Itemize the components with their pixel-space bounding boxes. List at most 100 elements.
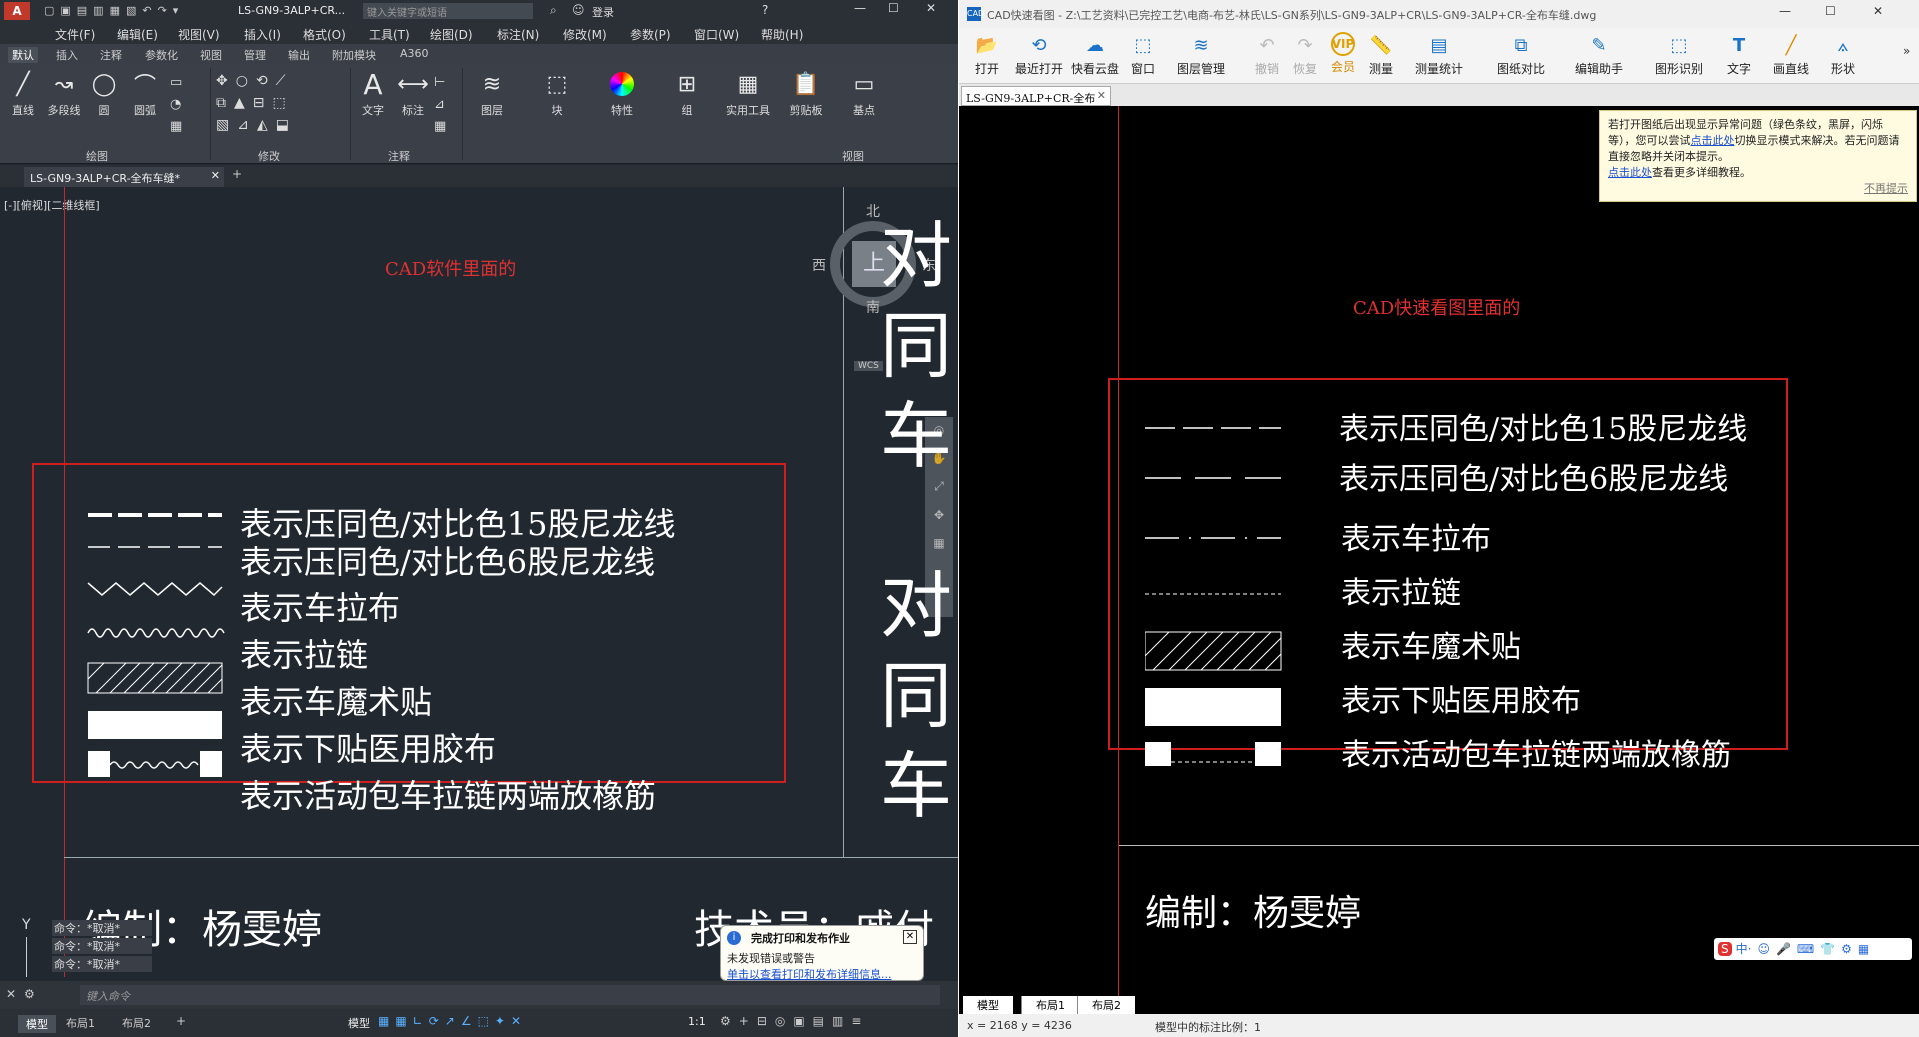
tab-insert[interactable]: 插入 bbox=[56, 47, 78, 63]
help-icon[interactable]: ? bbox=[762, 3, 768, 17]
viewer-close-icon[interactable]: ✕ bbox=[1873, 4, 1883, 18]
window-button[interactable]: ⬚ 窗口 bbox=[1115, 32, 1171, 77]
close-notification-icon[interactable]: ✕ bbox=[903, 930, 917, 944]
close-tab-icon[interactable]: ✕ bbox=[211, 169, 220, 182]
group-annotate-label[interactable]: 注释 bbox=[388, 148, 410, 164]
menu-edit[interactable]: 编辑(E) bbox=[117, 26, 158, 43]
annotation-scale[interactable]: 1:1 bbox=[688, 1015, 706, 1028]
menu-file[interactable]: 文件(F) bbox=[55, 26, 95, 43]
measure-button[interactable]: 📏 测量 bbox=[1353, 32, 1409, 77]
menu-params[interactable]: 参数(P) bbox=[630, 26, 671, 43]
group-view-label[interactable]: 视图 bbox=[842, 148, 864, 164]
layout-tab-2[interactable]: 布局2 bbox=[122, 1015, 151, 1031]
tab-default[interactable]: 默认 bbox=[8, 47, 38, 63]
draw-line-button[interactable]: ╱ 画直线 bbox=[1763, 32, 1819, 77]
open-button[interactable]: 📂 打开 bbox=[959, 32, 1015, 77]
user-icon[interactable]: ☺ bbox=[572, 3, 585, 17]
menu-view[interactable]: 视图(V) bbox=[178, 26, 220, 43]
document-tab[interactable]: LS-GN9-3ALP+CR-全布车缝* ✕ bbox=[24, 167, 224, 187]
clipboard-button[interactable]: 📋 剪贴板 bbox=[780, 70, 832, 118]
command-input[interactable]: 键入命令 bbox=[80, 985, 940, 1005]
viewer-document-tab[interactable]: LS-GN9-3ALP+CR-全布 ✕ bbox=[961, 86, 1111, 106]
close-cmd-icon[interactable]: ✕ bbox=[6, 987, 16, 1001]
autocad-logo-icon[interactable]: A bbox=[4, 2, 30, 20]
notification-link[interactable]: 单击以查看打印和发布详细信息... bbox=[727, 966, 917, 981]
draw-small-tools[interactable]: ▭ ◔ ▦ bbox=[170, 72, 200, 138]
orbit-icon[interactable]: ✥ bbox=[925, 508, 953, 522]
viewer-canvas[interactable]: 若打开图纸后出现显示异常问题（绿色条纹，黑屏，闪烁等），您可以尝试点击此处切换显… bbox=[959, 106, 1919, 996]
compass-north[interactable]: 北 bbox=[866, 201, 880, 221]
compare-button[interactable]: ⧉ 图纸对比 bbox=[1487, 32, 1555, 77]
properties-button[interactable]: 特性 bbox=[600, 70, 644, 118]
tab-view[interactable]: 视图 bbox=[200, 47, 222, 63]
layer-button[interactable]: ≋ 图层 bbox=[470, 70, 514, 118]
menu-window[interactable]: 窗口(W) bbox=[694, 26, 739, 43]
tab-parametric[interactable]: 参数化 bbox=[145, 47, 178, 63]
text-tool-button[interactable]: T 文字 bbox=[1711, 32, 1767, 77]
layer-manager-button[interactable]: ≋ 图层管理 bbox=[1167, 32, 1235, 77]
plot-notification[interactable]: i 完成打印和发布作业 未发现错误或警告 单击以查看打印和发布详细信息... ✕ bbox=[720, 925, 924, 981]
group-button[interactable]: ⊞ 组 bbox=[665, 70, 709, 118]
layout-tab-2[interactable]: 布局2 bbox=[1077, 996, 1135, 1014]
wrench-icon[interactable]: ⚙ bbox=[24, 987, 35, 1001]
tab-a360[interactable]: A360 bbox=[400, 47, 429, 60]
tab-addins[interactable]: 附加模块 bbox=[332, 47, 376, 63]
wcs-button[interactable]: WCS bbox=[854, 361, 883, 371]
ime-tool-icons[interactable]: ·☺🎤⌨👕⚙▦ bbox=[1748, 942, 1876, 956]
group-draw-label[interactable]: 绘图 bbox=[86, 148, 108, 164]
new-tab-icon[interactable]: + bbox=[232, 167, 242, 181]
layout-tab-model[interactable]: 模型 bbox=[963, 996, 1013, 1014]
modify-tools[interactable]: ✥○⟲⟋ ⧉▲⊟⬚ ▧⊿◭⬓ bbox=[216, 70, 346, 136]
close-tab-icon[interactable]: ✕ bbox=[1097, 89, 1106, 102]
edit-assistant-button[interactable]: ✎ 编辑助手 bbox=[1565, 32, 1633, 77]
status-right-icons[interactable]: ⚙+⊟◎▣▤▥≡ bbox=[720, 1014, 869, 1028]
basepoint-button[interactable]: ▭ 基点 bbox=[842, 70, 886, 118]
toolbar-more-icon[interactable]: » bbox=[1903, 44, 1910, 58]
viewport-controls[interactable]: [-][俯视][二维线框] bbox=[4, 197, 100, 213]
add-layout-icon[interactable]: + bbox=[176, 1014, 186, 1028]
search-input[interactable]: 键入关键字或短语 bbox=[363, 3, 533, 19]
menu-dimension[interactable]: 标注(N) bbox=[497, 26, 539, 43]
shape-recognition-button[interactable]: ⬚ 图形识别 bbox=[1645, 32, 1713, 77]
text-button[interactable]: A 文字 bbox=[354, 68, 392, 118]
layout-tab-1[interactable]: 布局1 bbox=[66, 1015, 95, 1031]
polyline-button[interactable]: ↝ 多段线 bbox=[42, 70, 86, 118]
ime-mode[interactable]: 中 bbox=[1736, 942, 1748, 956]
dismiss-notice-link[interactable]: 不再提示 bbox=[1864, 181, 1908, 197]
tab-output[interactable]: 输出 bbox=[288, 47, 310, 63]
menu-format[interactable]: 格式(O) bbox=[303, 26, 346, 43]
utilities-button[interactable]: ▦ 实用工具 bbox=[720, 70, 776, 118]
block-button[interactable]: ⬚ 块 bbox=[535, 70, 579, 118]
menu-help[interactable]: 帮助(H) bbox=[761, 26, 803, 43]
notice-link-switch[interactable]: 点击此处 bbox=[1691, 134, 1735, 147]
status-toggles[interactable]: ▦▦∟⟳↗∠⬚✦✕ bbox=[378, 1014, 527, 1028]
binoculars-icon[interactable]: ⌕ bbox=[550, 3, 557, 18]
menu-draw[interactable]: 绘图(D) bbox=[430, 26, 473, 43]
viewer-maximize-icon[interactable]: ☐ bbox=[1825, 4, 1836, 18]
circle-button[interactable]: ◯ 圆 bbox=[86, 70, 122, 118]
arc-button[interactable]: ⌒ 圆弧 bbox=[124, 70, 166, 118]
ime-toolbar[interactable]: S 中·☺🎤⌨👕⚙▦ bbox=[1714, 938, 1912, 960]
annotate-small-tools[interactable]: ⊢ ⊿ ▦ bbox=[434, 72, 446, 138]
tab-manage[interactable]: 管理 bbox=[244, 47, 266, 63]
compass-west[interactable]: 西 bbox=[812, 255, 826, 275]
viewer-minimize-icon[interactable]: — bbox=[1779, 4, 1791, 18]
group-modify-label[interactable]: 修改 bbox=[258, 148, 280, 164]
compass-south[interactable]: 南 bbox=[866, 297, 880, 317]
notice-link-tutorial[interactable]: 点击此处 bbox=[1608, 166, 1652, 179]
menu-modify[interactable]: 修改(M) bbox=[563, 26, 607, 43]
model-space-button[interactable]: 模型 bbox=[348, 1015, 370, 1031]
login-link[interactable]: 登录 bbox=[592, 4, 614, 20]
tab-annotate[interactable]: 注释 bbox=[100, 47, 122, 63]
line-button[interactable]: ╱ 直线 bbox=[4, 70, 42, 118]
measure-stats-button[interactable]: ▤ 测量统计 bbox=[1405, 32, 1473, 77]
layout-tab-1[interactable]: 布局1 bbox=[1021, 996, 1079, 1014]
dimension-button[interactable]: ⟷ 标注 bbox=[394, 70, 432, 118]
menu-tools[interactable]: 工具(T) bbox=[369, 26, 410, 43]
maximize-icon[interactable]: ☐ bbox=[888, 1, 899, 15]
minimize-icon[interactable]: — bbox=[854, 1, 866, 15]
close-icon[interactable]: ✕ bbox=[926, 1, 936, 15]
menu-insert[interactable]: 插入(I) bbox=[244, 26, 281, 43]
drawing-canvas[interactable]: [-][俯视][二维线框] 上 北 西 东 南 WCS ◎ ✋ ⤢ ✥ ▦ 对 … bbox=[0, 187, 959, 981]
layout-tab-model[interactable]: 模型 bbox=[18, 1015, 56, 1033]
